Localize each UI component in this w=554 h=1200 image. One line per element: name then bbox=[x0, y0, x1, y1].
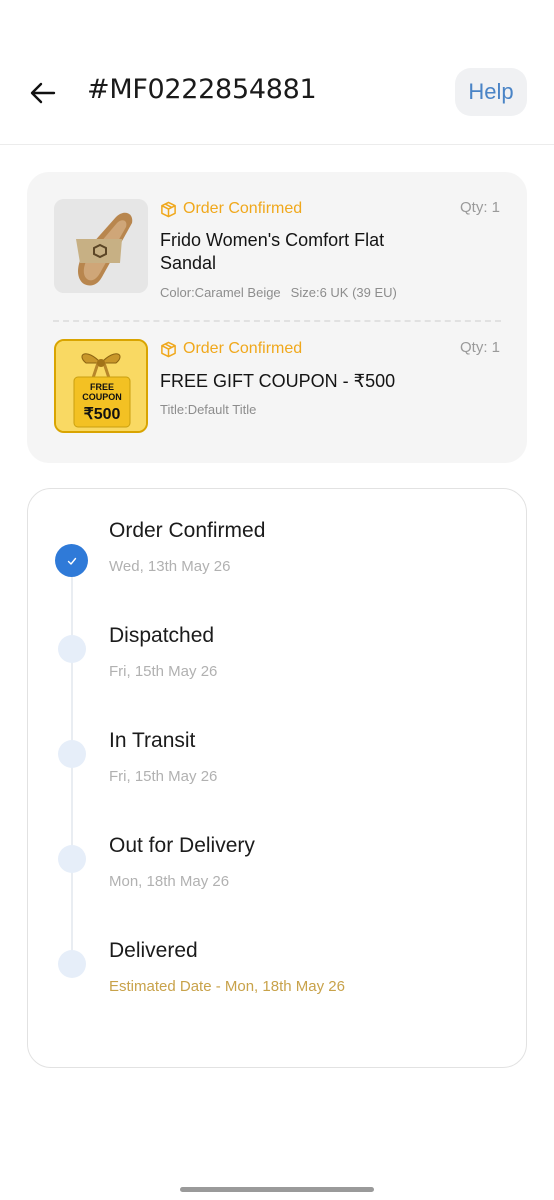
gift-coupon-image: FREE COUPON ₹500 bbox=[54, 339, 148, 433]
item-attributes: Color:Caramel Beige Size:6 UK (39 EU) bbox=[160, 285, 397, 300]
step-title: In Transit bbox=[109, 729, 196, 752]
order-item[interactable]: Order Confirmed Qty: 1 Frido Women's Com… bbox=[27, 172, 527, 322]
order-id-title: #MF0222854881 bbox=[87, 74, 317, 105]
coupon-text-free: FREE bbox=[90, 382, 114, 392]
item-color: Color:Caramel Beige bbox=[160, 285, 281, 300]
timeline-step-order-confirmed: Order Confirmed Wed, 13th May 26 bbox=[28, 515, 528, 605]
help-button[interactable]: Help bbox=[455, 68, 527, 116]
pending-dot-icon bbox=[58, 845, 86, 873]
item-attributes: Title:Default Title bbox=[160, 402, 256, 417]
item-qty: Qty: 1 bbox=[459, 339, 500, 356]
order-items-card: Order Confirmed Qty: 1 Frido Women's Com… bbox=[27, 172, 527, 463]
item-title: Title:Default Title bbox=[160, 402, 257, 417]
coupon-text-coupon: COUPON bbox=[82, 392, 122, 402]
coupon-amount: ₹500 bbox=[84, 406, 121, 423]
top-bar: #MF0222854881 Help bbox=[0, 0, 554, 145]
sandal-image bbox=[54, 199, 148, 293]
step-date: Fri, 15th May 26 bbox=[109, 663, 218, 680]
item-name: Frido Women's Comfort Flat Sandal bbox=[160, 230, 385, 273]
timeline-step-dispatched: Dispatched Fri, 15th May 26 bbox=[28, 620, 528, 710]
item-status-label: Order Confirmed bbox=[183, 200, 303, 217]
home-indicator[interactable] bbox=[180, 1187, 374, 1192]
pending-dot-icon bbox=[58, 635, 86, 663]
item-name: FREE GIFT COUPON - ₹500 bbox=[160, 371, 396, 391]
item-size: Size:6 UK (39 EU) bbox=[290, 285, 397, 300]
check-icon bbox=[55, 544, 88, 577]
step-title: Dispatched bbox=[109, 624, 215, 647]
tracking-timeline: Order Confirmed Wed, 13th May 26 Dispatc… bbox=[27, 488, 527, 1068]
package-icon bbox=[161, 341, 176, 357]
step-title: Order Confirmed bbox=[109, 519, 266, 542]
timeline-step-in-transit: In Transit Fri, 15th May 26 bbox=[28, 725, 528, 815]
timeline-step-delivered: Delivered Estimated Date - Mon, 18th May… bbox=[28, 935, 528, 1025]
step-title: Out for Delivery bbox=[109, 834, 255, 857]
order-item[interactable]: FREE COUPON ₹500 Order Confirmed Qty: 1 … bbox=[27, 322, 527, 463]
step-date: Wed, 13th May 26 bbox=[109, 558, 231, 575]
item-status: Order Confirmed bbox=[160, 200, 302, 218]
pending-dot-icon bbox=[58, 950, 86, 978]
pending-dot-icon bbox=[58, 740, 86, 768]
step-title: Delivered bbox=[109, 939, 198, 962]
step-date: Mon, 18th May 26 bbox=[109, 873, 230, 890]
timeline-step-out-for-delivery: Out for Delivery Mon, 18th May 26 bbox=[28, 830, 528, 920]
item-status-label: Order Confirmed bbox=[183, 340, 303, 357]
package-icon bbox=[161, 201, 176, 217]
back-button[interactable] bbox=[26, 76, 60, 110]
item-status: Order Confirmed bbox=[160, 340, 302, 358]
estimated-delivery-date: Estimated Date - Mon, 18th May 26 bbox=[109, 978, 345, 995]
item-qty: Qty: 1 bbox=[459, 199, 500, 216]
step-date: Fri, 15th May 26 bbox=[109, 768, 218, 785]
arrow-left-icon bbox=[30, 82, 56, 104]
